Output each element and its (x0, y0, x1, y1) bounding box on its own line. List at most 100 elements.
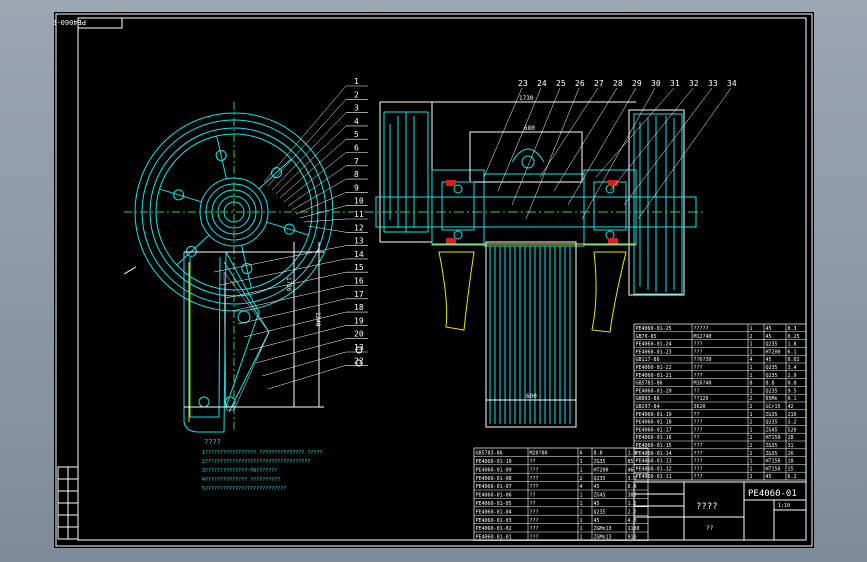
tech-line-4: 4?????????????? ?????????? (202, 477, 280, 483)
parts-cell: ??? (694, 365, 703, 371)
parts-cell: M16?40 (694, 381, 712, 387)
balloon-left: 19 (249, 316, 368, 351)
balloon-left: 20 (255, 330, 368, 364)
parts-cell: 1 (580, 509, 583, 515)
parts-cell: 3620 (694, 404, 706, 410)
drawing-canvas[interactable]: PE4060-01 (54, 12, 814, 548)
parts-cell: 2 (750, 404, 753, 410)
parts-cell: PE4060-01-22 (636, 365, 672, 371)
parts-cell: 1 (750, 412, 753, 418)
balloons-left: 12345678910111213141516171819201322 (213, 77, 368, 390)
parts-cell: ?? (694, 435, 700, 441)
parts-row: PE4060-01-13??? 1 HT150 18 (636, 459, 794, 465)
parts-row: PE4060-01-07??? 4 45 0.4 (476, 484, 637, 490)
balloon-label: 24 (537, 79, 547, 88)
parts-cell: PE4060-01-04 (476, 509, 512, 515)
parts-cell: ??? (530, 509, 539, 515)
balloon-label: 13 (354, 237, 364, 246)
parts-cell: 45 (766, 334, 772, 340)
parts-cell: Q235 (766, 420, 778, 426)
balloon-label: 10 (354, 197, 364, 206)
parts-row: PE4060-01-11??? 1 45 6.2 (636, 474, 797, 480)
balloon-top: 28 (553, 79, 623, 192)
balloon-label: 9 (354, 183, 359, 192)
balloon-label: 20 (354, 330, 364, 339)
title-block: ???? PE4060-01 1:10 ?? (633, 481, 807, 541)
balloon-left: 13 (261, 343, 368, 377)
parts-cell: PE4060-01-19 (636, 412, 672, 418)
parts-cell: 45 (594, 501, 600, 507)
balloon-label: 2 (354, 90, 359, 99)
balloon-label: 5 (354, 130, 359, 139)
balloon-label: 18 (354, 303, 364, 312)
parts-cell: 1 (580, 518, 583, 524)
parts-cell: Q235 (594, 476, 606, 482)
parts-cell: Q235 (766, 365, 778, 371)
balloon-label: 30 (651, 79, 661, 88)
balloon-label: 29 (632, 79, 642, 88)
balloon-label: 32 (689, 79, 699, 88)
side-view-pitman: 1726 1240 (123, 242, 363, 433)
parts-cell: ?? (530, 493, 536, 499)
balloon-label: 33 (708, 79, 718, 88)
parts-table-left: GB5783-86 M20?80 6 8.8 1.4 PE4060-01-10?? 1 ZG3… (473, 447, 649, 541)
balloon-label: 27 (594, 79, 604, 88)
parts-cell: 26 (788, 451, 794, 457)
parts-cell: 1 (580, 526, 583, 532)
parts-cell: 18 (788, 459, 794, 465)
parts-cell: 520 (788, 427, 797, 433)
parts-row: PE4060-01-03??? 1 45 4.8 (476, 518, 637, 524)
balloon-label: 26 (575, 79, 585, 88)
parts-cell: 6.2 (788, 474, 797, 480)
parts-cell: 0.1 (788, 396, 797, 402)
parts-cell: 1 (750, 373, 753, 379)
parts-cell: 4.8 (628, 518, 637, 524)
parts-cell: ZG35 (766, 443, 778, 449)
parts-cell: ZG35 (766, 412, 778, 418)
balloon-label: 34 (727, 79, 737, 88)
parts-cell: ??? (694, 420, 703, 426)
tech-line-5: 5??????????????????????????? (202, 486, 286, 492)
parts-cell: 1 (750, 466, 753, 472)
parts-cell: PE4060-01-12 (636, 466, 672, 472)
parts-cell: ?? (530, 459, 536, 465)
balloon-label: 3 (354, 104, 359, 113)
drawing-code: PE4060-01 (748, 489, 797, 499)
parts-cell: 8 (750, 381, 753, 387)
parts-cell: HT150 (766, 435, 781, 441)
parts-cell: Q235 (766, 373, 778, 379)
part-name: ???? (696, 502, 718, 512)
balloon-top: 29 (567, 79, 642, 206)
parts-cell: 45 (766, 326, 772, 332)
parts-row: PE4060-01-06?? 1 ZG45 380 (476, 493, 637, 499)
tech-line-3: 3??????????????~70??????? (202, 468, 277, 474)
parts-row: GB70-85 M12?40 2 45 0.25 (636, 334, 800, 340)
parts-cell: ??? (530, 476, 539, 482)
parts-cell: 1 (580, 501, 583, 507)
parts-cell: HT150 (766, 459, 781, 465)
parts-cell: GB117-86 (636, 357, 660, 363)
parts-cell: PE4060-01-01 (476, 535, 512, 541)
parts-row: PE4060-01-21??? 1 Q235 2.9 (636, 373, 797, 379)
parts-cell: 6.1 (788, 349, 797, 355)
parts-cell: 8.8 (766, 381, 775, 387)
parts-row: PE4060-01-14??? 2 ZG35 26 (636, 451, 794, 457)
parts-cell: PE4060-01-18 (636, 420, 672, 426)
parts-cell: ZGMn13 (594, 526, 612, 532)
parts-cell: PE4060-01-20 (636, 388, 672, 394)
parts-cell: 1 (580, 493, 583, 499)
parts-cell: PE4060-01-08 (476, 476, 512, 482)
parts-cell: ??? (694, 373, 703, 379)
parts-row: PE4060-01-09??? 1 HT200 46 (476, 467, 634, 473)
balloon-top: 32 (609, 79, 699, 192)
parts-row: PE4060-01-25????? 1 45 8.3 (636, 326, 797, 332)
parts-cell: PE4060-01-14 (636, 451, 672, 457)
parts-cell: ZGMn13 (594, 535, 612, 541)
parts-row: PE4060-01-10?? 1 ZG35 85 (476, 459, 634, 465)
parts-cell: 2 (750, 334, 753, 340)
parts-cell: ??? (694, 459, 703, 465)
balloon-label: 7 (354, 157, 359, 166)
parts-cell: ZG45 (594, 493, 606, 499)
parts-cell: HT150 (766, 466, 781, 472)
parts-cell: 42 (788, 404, 794, 410)
